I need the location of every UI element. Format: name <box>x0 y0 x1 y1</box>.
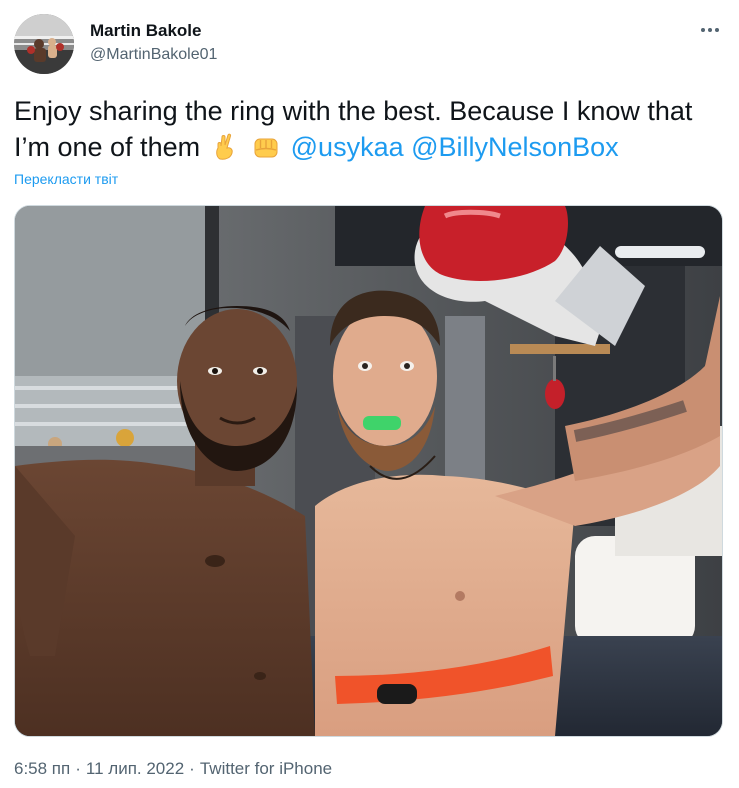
author-avatar[interactable] <box>14 14 74 74</box>
tweet-date[interactable]: 11 лип. 2022 <box>86 759 184 778</box>
tweet-metadata: 6:58 пп · 11 лип. 2022 · Twitter for iPhone <box>14 759 332 779</box>
more-dots-icon <box>701 28 719 32</box>
meta-separator: · <box>189 759 195 778</box>
boxers-selfie-photo <box>15 206 722 736</box>
meta-separator: · <box>75 759 81 778</box>
boxing-ring-avatar-image <box>14 14 74 74</box>
more-options-button[interactable] <box>699 20 721 40</box>
author-display-name[interactable]: Martin Bakole <box>90 21 201 41</box>
tweet-photo[interactable] <box>14 205 723 737</box>
oncoming-fist-emoji-icon <box>252 133 280 161</box>
translate-tweet-link[interactable]: Перекласти твіт <box>14 171 118 187</box>
tweet-text: Enjoy sharing the ring with the best. Be… <box>14 93 724 165</box>
mention-usykaa-link[interactable]: @usykaa <box>291 132 404 162</box>
mention-billynelsonbox-link[interactable]: @BillyNelsonBox <box>411 132 618 162</box>
tweet: Martin Bakole @MartinBakole01 Enjoy shar… <box>0 0 739 788</box>
tweet-source[interactable]: Twitter for iPhone <box>200 759 332 778</box>
author-handle[interactable]: @MartinBakole01 <box>90 46 217 64</box>
tweet-time[interactable]: 6:58 пп <box>14 759 70 778</box>
crossed-fingers-emoji-icon <box>211 133 239 161</box>
